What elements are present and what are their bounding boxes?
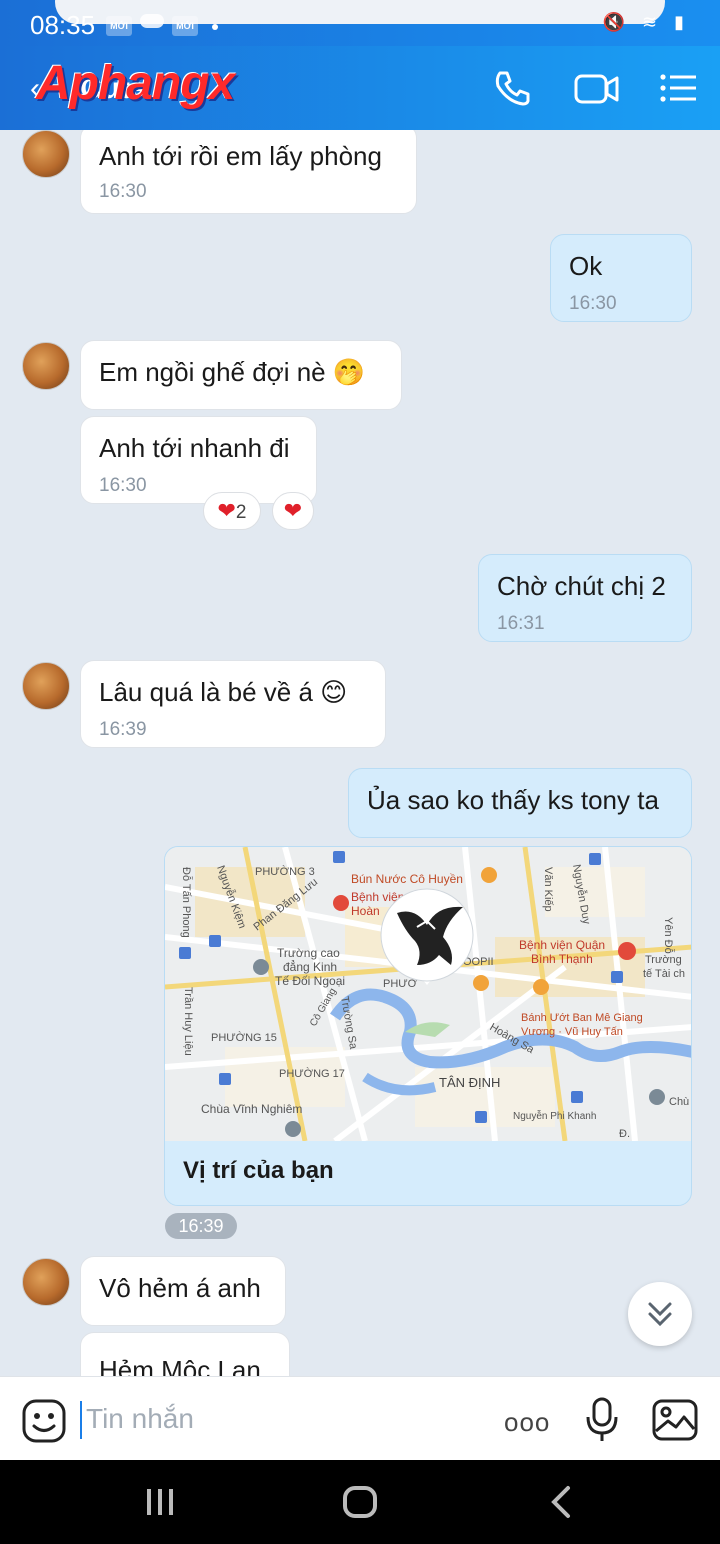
message-time: 16:39 [99, 719, 147, 740]
phone-call-icon[interactable] [492, 68, 532, 108]
message-time: 16:30 [99, 475, 147, 496]
reaction-badge[interactable]: ❤2 [203, 492, 261, 530]
map-label: Tế Đối Ngoại [275, 974, 345, 988]
message-time-pill: 16:39 [165, 1213, 237, 1239]
message-text: Ok [569, 251, 603, 281]
reaction-count: 2 [235, 502, 247, 523]
heart-icon: ❤ [217, 498, 236, 523]
message-bubble-incoming[interactable]: Anh tới rồi em lấy phòng 16:30 [80, 130, 417, 214]
map-label: Yên Đỗ [662, 917, 675, 954]
contact-avatar[interactable] [22, 1258, 70, 1306]
status-time: 08:35 [30, 10, 96, 40]
map-label: Bình Thạnh [531, 952, 593, 966]
map-label: OOPII [463, 956, 494, 968]
menu-list-icon[interactable] [658, 68, 698, 108]
map-label: Nguyễn Phi Khanh [513, 1109, 596, 1122]
map-label: đẳng Kinh [283, 959, 337, 974]
map-image: PHƯỜNG 3 Nguyễn Kiệm Phan Đăng Lưu Bún N… [165, 847, 691, 1141]
map-label: Bệnh viện Quận [519, 938, 605, 952]
map-label: Hoàn [351, 904, 380, 918]
map-label: PHƯỜNG 3 [255, 865, 315, 878]
contact-avatar[interactable] [22, 130, 70, 178]
location-caption: Vị trí của bạn [183, 1157, 334, 1184]
system-navigation-bar [0, 1460, 720, 1544]
cloud-icon [140, 14, 164, 28]
image-gallery-icon[interactable] [652, 1399, 698, 1441]
message-text: Hẻm Mộc Lan [99, 1355, 261, 1376]
message-text: Anh tới nhanh đi [99, 433, 290, 463]
message-time: 16:31 [497, 613, 545, 634]
map-label: Đ. [619, 1128, 630, 1140]
heart-icon: ❤ [283, 498, 303, 523]
contact-avatar[interactable] [22, 342, 70, 390]
watermark-logo: Aphangx [36, 56, 235, 111]
contact-avatar[interactable] [22, 662, 70, 710]
map-label: PHƯỜNG 15 [211, 1031, 277, 1044]
video-call-icon[interactable] [574, 68, 620, 108]
message-time: 16:30 [99, 181, 147, 202]
message-text: Em ngồi ghế đợi nè 🤭 [99, 357, 366, 387]
watermark-text: Aphangx [36, 57, 235, 110]
map-label: Bún Nước Cô Huyền [351, 872, 463, 886]
system-status-icons: 🔇 ≋ ▮ [602, 12, 690, 32]
map-label: Chùa Vĩnh Nghiêm [201, 1102, 302, 1116]
location-card[interactable]: PHƯỜNG 3 Nguyễn Kiệm Phan Đăng Lưu Bún N… [164, 846, 692, 1206]
map-label: Trường [645, 954, 682, 966]
message-input-bar: Tin nhắn ooo [0, 1376, 720, 1460]
message-bubble-incoming[interactable]: Anh tới nhanh đi 16:30 [80, 416, 317, 504]
map-label: Trần Huy Liệu [182, 987, 194, 1056]
map-label: Văn Kiếp [542, 867, 554, 912]
message-bubble-incoming[interactable]: Hẻm Mộc Lan [80, 1332, 290, 1376]
message-bubble-incoming[interactable]: Lâu quá là bé về á 😊 16:39 [80, 660, 386, 748]
map-label: Đỗ Tấn Phong [180, 867, 193, 938]
message-time: 16:30 [569, 293, 617, 314]
new-badge-2: MỚI [172, 16, 198, 36]
message-bubble-outgoing[interactable]: Ủa sao ko thấy ks tony ta [348, 768, 692, 838]
status-bar: 08:35 MỚI MỚI 🔇 ≋ ▮ [0, 0, 720, 46]
message-bubble-incoming[interactable]: Em ngồi ghế đợi nè 🤭 [80, 340, 402, 410]
chat-area[interactable]: Anh tới rồi em lấy phòng 16:30 Ok 16:30 … [0, 130, 720, 1376]
new-badge-1: MỚI [106, 16, 132, 36]
map-label: Bánh Ướt Ban Mê Giang [521, 1012, 643, 1024]
map-label: Trường cao [277, 946, 340, 960]
double-chevron-down-icon [648, 1302, 672, 1327]
map-label: Chù [669, 1096, 689, 1108]
notification-dot-icon [212, 24, 218, 30]
back-nav-icon[interactable] [548, 1484, 576, 1520]
message-bubble-outgoing[interactable]: Ok 16:30 [550, 234, 692, 322]
map-label: TÂN ĐỊNH [439, 1075, 500, 1090]
message-bubble-outgoing[interactable]: Chờ chút chị 2 16:31 [478, 554, 692, 642]
message-text: Ủa sao ko thấy ks tony ta [367, 785, 659, 815]
map-label: PHƯỜNG 17 [279, 1067, 345, 1080]
chat-header: ‹ Cute Aphangx [0, 46, 720, 130]
message-input[interactable]: Tin nhắn [86, 1403, 194, 1435]
message-bubble-incoming[interactable]: Vô hẻm á anh [80, 1256, 286, 1326]
scroll-to-bottom-button[interactable] [628, 1282, 692, 1346]
message-text: Anh tới rồi em lấy phòng [99, 141, 382, 171]
map-label: Vương · Vũ Huy Tấn [521, 1026, 623, 1038]
sticker-emoji-icon[interactable] [22, 1399, 66, 1443]
message-text: Lâu quá là bé về á 😊 [99, 677, 348, 707]
message-text: Vô hẻm á anh [99, 1273, 261, 1303]
reaction-add-button[interactable]: ❤ [272, 492, 314, 530]
recent-apps-icon[interactable] [144, 1486, 176, 1518]
microphone-icon[interactable] [584, 1397, 620, 1443]
more-options-icon[interactable]: ooo [504, 1407, 550, 1438]
text-cursor [80, 1401, 82, 1439]
map-label: tế Tài ch [643, 968, 685, 980]
home-icon[interactable] [342, 1484, 378, 1520]
message-text: Chờ chút chị 2 [497, 571, 666, 601]
